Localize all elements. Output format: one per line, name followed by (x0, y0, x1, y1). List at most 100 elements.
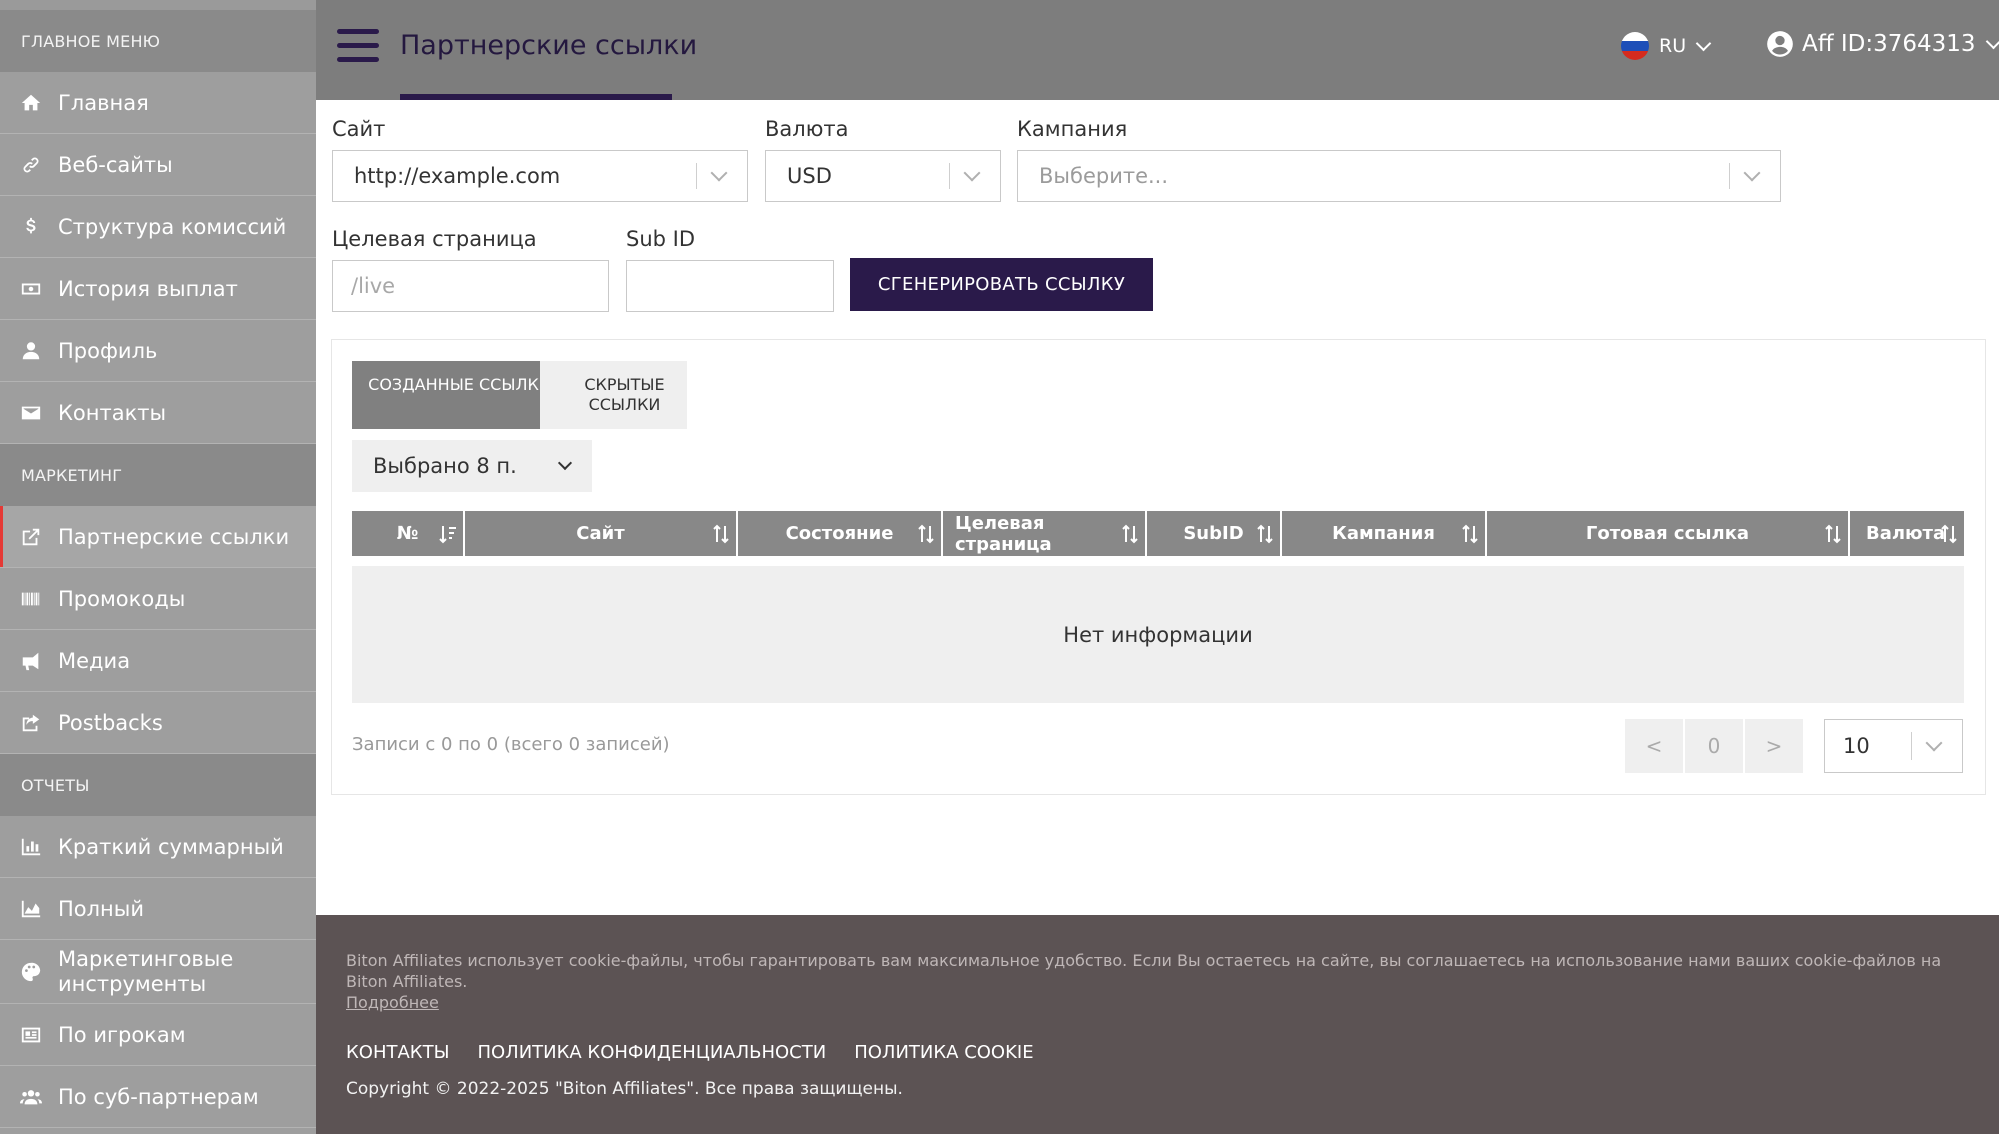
column-header-site[interactable]: Сайт (465, 511, 738, 556)
column-header-label: Кампания (1332, 523, 1435, 544)
barcode-icon (19, 587, 43, 611)
sort-icon (1940, 523, 1958, 545)
home-icon (19, 91, 43, 115)
select-separator (1911, 732, 1912, 760)
sidebar-item-payouts[interactable]: История выплат (0, 258, 316, 320)
current-page[interactable]: 0 (1685, 719, 1743, 773)
account-id: Aff ID:3764313 (1802, 31, 1976, 57)
prev-page-button[interactable]: < (1625, 719, 1683, 773)
tab-hidden-links[interactable]: СКРЫТЫЕ ССЫЛКИ (540, 361, 687, 429)
column-header-number[interactable]: № (352, 511, 465, 556)
columns-visibility-select[interactable]: Выбрано 8 п. (352, 440, 592, 492)
column-header-label: Сайт (576, 523, 625, 544)
records-info: Записи с 0 по 0 (всего 0 записей) (352, 734, 670, 755)
sidebar-item-commission[interactable]: Структура комиссий (0, 196, 316, 258)
sort-icon (712, 523, 730, 545)
sidebar-item-promocodes[interactable]: Промокоды (0, 568, 316, 630)
chevron-down-icon (963, 164, 981, 182)
sort-ascending-icon (439, 523, 457, 545)
landing-page-label: Целевая страница (332, 227, 537, 251)
chevron-down-icon (1925, 734, 1943, 752)
sidebar-item-full[interactable]: Полный (0, 878, 316, 940)
table-header: № Сайт Состояние Целевая страница SubID … (352, 511, 1964, 556)
language-selector[interactable]: RU (1621, 32, 1712, 60)
sidebar-item-label: Postbacks (58, 710, 163, 735)
cookie-notice: Biton Affiliates использует cookie-файлы… (346, 950, 1986, 1013)
user-icon (19, 339, 43, 363)
next-page-button[interactable]: > (1745, 719, 1803, 773)
megaphone-icon (19, 649, 43, 673)
sidebar-item-by-players[interactable]: По игрокам (0, 1004, 316, 1066)
sidebar-item-label: По суб-партнерам (58, 1084, 259, 1109)
sort-icon (1256, 523, 1274, 545)
external-link-icon (19, 525, 43, 549)
sidebar-item-label: Главная (58, 90, 149, 115)
currency-select[interactable]: USD (765, 150, 1001, 202)
column-header-campaign[interactable]: Кампания (1282, 511, 1487, 556)
envelope-icon (19, 401, 43, 425)
section-marketing: МАРКЕТИНГ (0, 444, 316, 506)
sort-icon (1461, 523, 1479, 545)
subid-input[interactable] (626, 260, 834, 312)
currency-select-value: USD (787, 164, 832, 188)
sidebar-item-postbacks[interactable]: Postbacks (0, 692, 316, 754)
generate-link-button[interactable]: СГЕНЕРИРОВАТЬ ССЫЛКУ (850, 258, 1153, 311)
sidebar: ГЛАВНОЕ МЕНЮ Главная Веб-сайты Структура… (0, 0, 316, 1134)
column-header-label: Целевая страница (955, 512, 1052, 555)
sidebar-item-short-summary[interactable]: Краткий суммарный (0, 816, 316, 878)
users-icon (19, 1085, 43, 1109)
sidebar-item-label: Медиа (58, 648, 131, 673)
sidebar-item-label: Структура комиссий (58, 214, 287, 239)
subid-label: Sub ID (626, 227, 696, 251)
user-circle-icon (1766, 30, 1794, 58)
site-select[interactable]: http://example.com (332, 150, 748, 202)
hamburger-menu-icon[interactable] (337, 29, 379, 63)
copyright: Copyright © 2022-2025 "Biton Affiliates"… (346, 1079, 903, 1099)
footer-link-cookie-policy[interactable]: ПОЛИТИКА COOKIE (854, 1042, 1033, 1063)
sidebar-item-contacts[interactable]: Контакты (0, 382, 316, 444)
site-label: Сайт (332, 117, 386, 141)
sidebar-item-partner-links[interactable]: Партнерские ссылки (0, 506, 316, 568)
sidebar-item-by-subpartners[interactable]: По суб-партнерам (0, 1066, 316, 1128)
money-icon (19, 277, 43, 301)
sidebar-top-strip (0, 0, 316, 10)
active-tab-underline (400, 94, 672, 100)
column-header-label: № (396, 523, 419, 544)
sidebar-item-websites[interactable]: Веб-сайты (0, 134, 316, 196)
select-separator (949, 163, 950, 189)
sidebar-item-label: Профиль (58, 338, 158, 363)
sidebar-item-home[interactable]: Главная (0, 72, 316, 134)
id-card-icon (19, 1023, 43, 1047)
sidebar-item-label: Партнерские ссылки (58, 524, 290, 549)
select-separator (696, 163, 697, 189)
campaign-select-placeholder: Выберите... (1039, 164, 1169, 188)
footer-link-contacts[interactable]: КОНТАКТЫ (346, 1042, 449, 1063)
landing-page-input[interactable] (332, 260, 609, 312)
tab-created-links[interactable]: СОЗДАННЫЕ ССЫЛКИ (352, 361, 567, 429)
campaign-select[interactable]: Выберите... (1017, 150, 1781, 202)
chevron-down-icon (1985, 33, 1999, 49)
column-header-label: Валюта (1866, 523, 1946, 544)
pagination: < 0 > (1625, 719, 1805, 773)
currency-label: Валюта (765, 117, 849, 141)
page-size-select[interactable]: 10 (1824, 719, 1963, 773)
account-menu[interactable]: Aff ID:3764313 (1766, 30, 1999, 58)
select-separator (1729, 163, 1730, 189)
site-select-value: http://example.com (354, 164, 561, 188)
sidebar-item-media[interactable]: Медиа (0, 630, 316, 692)
column-header-currency[interactable]: Валюта (1850, 511, 1964, 556)
section-main-menu: ГЛАВНОЕ МЕНЮ (0, 10, 316, 72)
column-header-landing-page[interactable]: Целевая страница (943, 511, 1147, 556)
sidebar-item-label: Краткий суммарный (58, 834, 284, 859)
sidebar-item-label: Контакты (58, 400, 167, 425)
footer-link-privacy[interactable]: ПОЛИТИКА КОНФИДЕНЦИАЛЬНОСТИ (477, 1042, 826, 1063)
column-header-status[interactable]: Состояние (738, 511, 943, 556)
cookie-more-link[interactable]: Подробнее (346, 993, 439, 1012)
sidebar-item-label: История выплат (58, 276, 238, 301)
column-header-ready-link[interactable]: Готовая ссылка (1487, 511, 1850, 556)
sidebar-item-profile[interactable]: Профиль (0, 320, 316, 382)
share-icon (19, 711, 43, 735)
column-header-subid[interactable]: SubID (1147, 511, 1282, 556)
sidebar-item-marketing-tools[interactable]: Маркетинговые инструменты (0, 940, 316, 1004)
sort-icon (1121, 523, 1139, 545)
